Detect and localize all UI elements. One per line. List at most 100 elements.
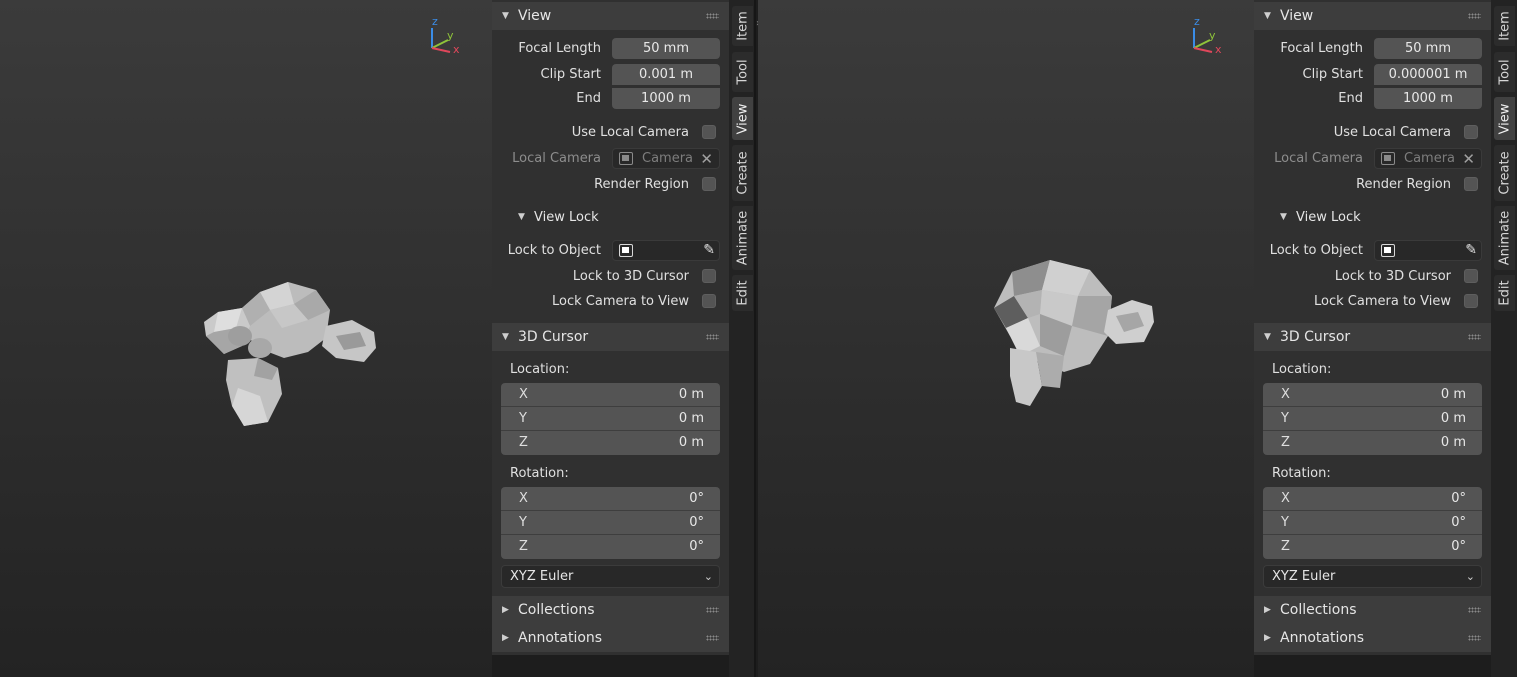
rotation-y-field[interactable]: Y 0° [501,511,720,535]
local-camera-field[interactable]: Camera ✕ [1374,147,1482,169]
local-camera-value: Camera [1404,150,1456,166]
drag-grip-icon[interactable] [1468,607,1481,613]
triangle-right-icon: ▶ [1264,633,1271,643]
local-camera-field[interactable]: Camera ✕ [612,147,720,169]
rotation-z-field[interactable]: Z 0° [501,535,720,559]
view-section-header[interactable]: ▼ View [1254,2,1491,30]
axis-value: 0° [1451,539,1466,554]
axis-x-label: x [1215,43,1222,56]
3d-viewport[interactable]: z y x [758,0,1254,677]
cursor-section-header[interactable]: ▼ 3D Cursor [492,323,729,351]
lock-camera-checkbox[interactable] [702,294,716,308]
axis-y-label: y [447,29,454,42]
location-x-field[interactable]: X 0 m [501,383,720,407]
use-local-camera-label: Use Local Camera [1333,124,1451,140]
chevron-down-icon: ⌄ [1465,570,1475,583]
lock-to-cursor-checkbox[interactable] [1464,269,1478,283]
axis-value: 0 m [678,411,704,426]
rotation-z-field[interactable]: Z 0° [1263,535,1482,559]
lock-to-cursor-checkbox[interactable] [702,269,716,283]
axis-value: 0 m [678,387,704,402]
object-icon [619,243,633,257]
suzanne-mesh[interactable] [198,276,380,432]
location-vector: X 0 m Y 0 m Z 0 m [501,383,720,455]
axis-gizmo[interactable]: z y x [428,14,468,58]
view-section-header[interactable]: ▼ View [492,2,729,30]
use-local-camera-checkbox[interactable] [1464,125,1478,139]
location-x-field[interactable]: X 0 m [1263,383,1482,407]
clip-start-field[interactable]: 0.001 m [612,63,720,85]
location-z-field[interactable]: Z 0 m [1263,431,1482,455]
section-title: Annotations [518,630,603,646]
clip-start-field[interactable]: 0.000001 m [1374,63,1482,85]
tab-create[interactable]: Create [1494,145,1515,201]
clip-end-field[interactable]: 1000 m [1374,87,1482,109]
lock-camera-checkbox[interactable] [1464,294,1478,308]
triangle-down-icon: ▼ [502,11,509,21]
rotation-x-field[interactable]: X 0° [1263,487,1482,511]
focal-length-field[interactable]: 50 mm [1374,37,1482,59]
tab-tool[interactable]: Tool [1494,52,1515,92]
tab-item[interactable]: Item [732,6,753,46]
3d-viewport[interactable]: z y x [0,0,492,677]
drag-grip-icon[interactable] [706,334,719,340]
x-icon[interactable]: ✕ [700,150,713,168]
drag-grip-icon[interactable] [1468,635,1481,641]
lock-to-object-field[interactable]: ✎ [612,239,720,261]
rotation-x-field[interactable]: X 0° [501,487,720,511]
use-local-camera-checkbox[interactable] [702,125,716,139]
clip-end-field[interactable]: 1000 m [612,87,720,109]
tab-view[interactable]: View [732,97,753,140]
tab-view[interactable]: View [1494,97,1515,140]
axis-z-label: z [432,15,438,28]
tab-animate[interactable]: Animate [1494,206,1515,270]
drag-grip-icon[interactable] [1468,13,1481,19]
render-region-checkbox[interactable] [702,177,716,191]
tab-animate[interactable]: Animate [732,206,753,270]
sidebar-tabs: Item Tool View Create Animate Edit [729,0,755,677]
render-region-checkbox[interactable] [1464,177,1478,191]
location-y-field[interactable]: Y 0 m [1263,407,1482,431]
sidebar-tabs: Item Tool View Create Animate Edit [1491,0,1517,677]
axis-gizmo[interactable]: z y x [1190,14,1230,58]
cursor-section-header[interactable]: ▼ 3D Cursor [1254,323,1491,351]
annotations-section-header[interactable]: ▶ Annotations [1254,624,1491,652]
focal-length-field[interactable]: 50 mm [612,37,720,59]
suzanne-mesh[interactable] [980,256,1156,412]
drag-grip-icon[interactable] [1468,334,1481,340]
view-lock-header[interactable]: ▼ View Lock [492,205,729,229]
viewport-pane-right: z y x ▼ View Focal Length 50 mm Clip Sta… [758,0,1517,677]
view-lock-header[interactable]: ▼ View Lock [1254,205,1491,229]
triangle-down-icon: ▼ [1264,11,1271,21]
area-divider[interactable] [754,0,756,677]
tab-edit[interactable]: Edit [732,275,753,311]
tab-edit[interactable]: Edit [1494,275,1515,311]
rotation-y-field[interactable]: Y 0° [1263,511,1482,535]
lock-to-object-field[interactable]: ✎ [1374,239,1482,261]
tab-tool[interactable]: Tool [732,52,753,92]
triangle-down-icon: ▼ [1280,212,1287,222]
drag-grip-icon[interactable] [706,607,719,613]
rotation-mode-dropdown[interactable]: XYZ Euler ⌄ [501,565,720,588]
local-camera-label: Local Camera [512,150,601,166]
drag-grip-icon[interactable] [706,13,719,19]
annotations-section-header[interactable]: ▶ Annotations [492,624,729,652]
rotation-mode-dropdown[interactable]: XYZ Euler ⌄ [1263,565,1482,588]
clip-end-label: End [1338,90,1363,106]
collections-section-header[interactable]: ▶ Collections [1254,596,1491,624]
axis-x-label: x [453,43,460,56]
location-z-field[interactable]: Z 0 m [501,431,720,455]
location-y-field[interactable]: Y 0 m [501,407,720,431]
drag-grip-icon[interactable] [706,635,719,641]
tab-create[interactable]: Create [732,145,753,201]
section-title: 3D Cursor [1280,329,1351,345]
axis-label: X [519,387,528,402]
eyedropper-icon[interactable]: ✎ [1465,242,1477,258]
eyedropper-icon[interactable]: ✎ [703,242,715,258]
axis-label: X [519,491,528,506]
rotation-mode-value: XYZ Euler [510,569,574,584]
collections-section-header[interactable]: ▶ Collections [492,596,729,624]
rotation-vector: X 0° Y 0° Z 0° [501,487,720,559]
x-icon[interactable]: ✕ [1462,150,1475,168]
tab-item[interactable]: Item [1494,6,1515,46]
